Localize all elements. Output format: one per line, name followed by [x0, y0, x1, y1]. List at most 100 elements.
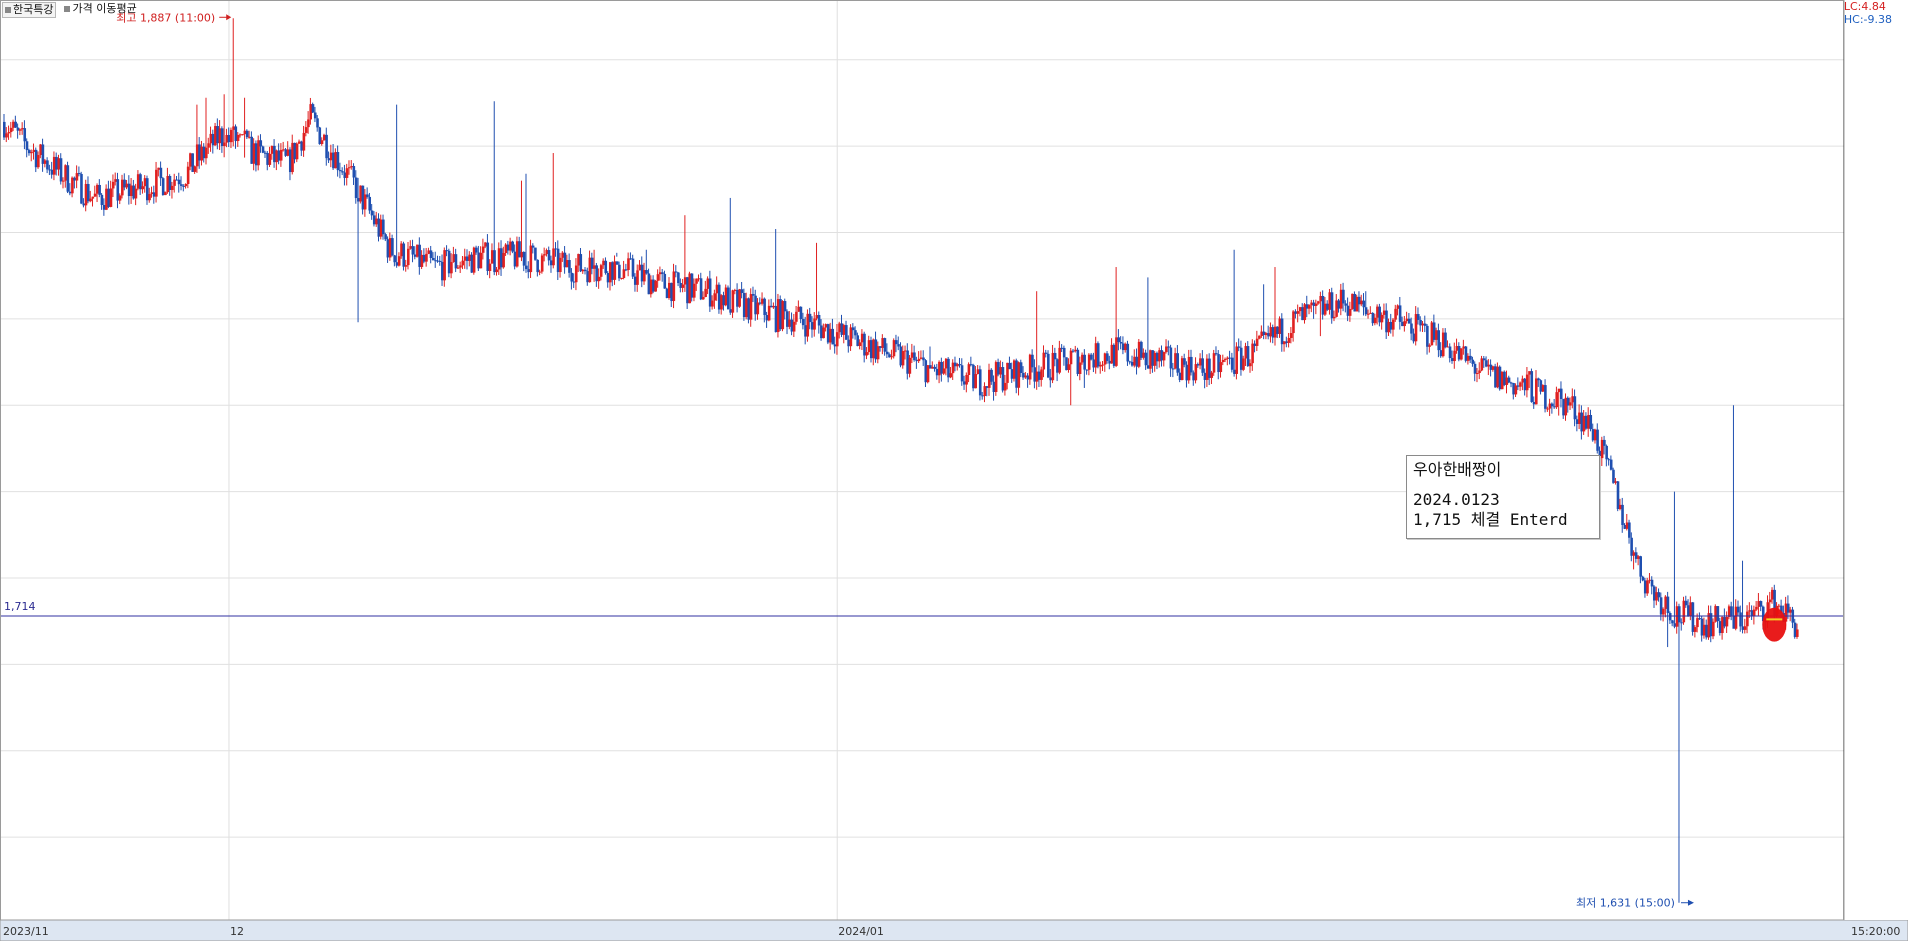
candle-body	[543, 254, 546, 256]
candle-body	[570, 272, 574, 282]
candle-body	[1133, 356, 1136, 366]
candle-body	[504, 244, 508, 253]
candle-body	[1373, 317, 1377, 324]
candle-body	[481, 246, 485, 253]
candle-body	[1131, 361, 1134, 366]
candle-body	[1718, 621, 1722, 634]
candle-body	[1562, 399, 1565, 416]
candle-body	[52, 156, 56, 175]
candle-body	[1496, 366, 1500, 388]
candle-body	[1623, 524, 1627, 529]
candle-body	[781, 301, 785, 330]
candle-body	[1657, 592, 1661, 598]
candle-body	[220, 128, 224, 147]
candle-body	[1423, 323, 1427, 326]
annotation-note[interactable]: 우아한배짱이 2024.0123 1,715 체결 Enterd	[1406, 455, 1600, 539]
candle-body	[1040, 369, 1043, 380]
chart-container: 1,7141,710-0.18%최고 1,887 (11:00)최저 1,631…	[0, 0, 1908, 941]
candle-body	[729, 309, 732, 313]
candle-body	[1441, 332, 1445, 357]
candle-body	[1439, 350, 1443, 357]
candle-body	[284, 149, 288, 156]
candle-body	[1489, 364, 1493, 370]
candle-body	[229, 129, 233, 143]
candle-body	[831, 328, 835, 345]
candle-body	[391, 238, 394, 256]
candle-body	[924, 360, 928, 383]
candle-body	[1677, 606, 1681, 623]
candle-body	[264, 152, 267, 154]
candle-body	[159, 167, 163, 179]
candle-body	[202, 146, 206, 159]
candle-body	[1587, 414, 1590, 429]
candle-body	[252, 143, 256, 164]
candle-body	[556, 248, 560, 273]
candle-body	[425, 253, 428, 262]
candle-body	[1498, 366, 1502, 390]
candle-body	[747, 298, 751, 320]
candle-body	[1332, 316, 1336, 319]
candle-body	[525, 265, 528, 270]
note-date: 2024.0123	[1413, 490, 1500, 509]
candle-body	[983, 386, 987, 397]
candle-body	[1430, 322, 1434, 346]
candle-body	[956, 364, 959, 367]
legend-item-moving-average[interactable]: 가격 이동평균	[62, 2, 138, 16]
candle-body	[1246, 346, 1250, 367]
candle-body	[629, 258, 633, 260]
candle-body	[568, 260, 571, 273]
candle-body	[618, 264, 621, 279]
candle-body	[223, 142, 226, 147]
candle-body	[452, 254, 455, 263]
candle-body	[148, 194, 151, 201]
candle-body	[706, 278, 710, 289]
candle-body	[999, 367, 1002, 375]
candle-body	[397, 256, 401, 266]
candle-body	[354, 177, 358, 199]
candle-body	[77, 173, 81, 175]
candle-body	[311, 104, 315, 113]
candle-body	[1664, 596, 1667, 609]
candle-body	[1337, 300, 1341, 309]
candle-body	[32, 149, 36, 153]
candle-body	[584, 269, 587, 272]
candle-body	[1124, 343, 1127, 351]
legend-item-symbol[interactable]: 한국특강	[2, 2, 57, 18]
candle-body	[1571, 396, 1574, 403]
candle-body	[338, 170, 342, 172]
candle-body	[1634, 552, 1638, 559]
candle-body	[677, 272, 680, 283]
candle-body	[200, 146, 204, 161]
candle-body	[795, 311, 798, 322]
candle-body	[1346, 305, 1350, 316]
candle-body	[1412, 333, 1416, 342]
candle-body	[1292, 311, 1295, 334]
candle-body	[1330, 292, 1334, 319]
candle-body	[1455, 345, 1459, 351]
candle-body	[1716, 606, 1720, 622]
candle-body	[1033, 367, 1037, 382]
candle-body	[633, 276, 637, 285]
candle-body	[1367, 313, 1370, 315]
candle-body	[259, 140, 263, 147]
candle-body	[1378, 306, 1381, 323]
candle-body	[1544, 385, 1547, 409]
candle-body	[198, 144, 201, 161]
candle-body	[590, 257, 594, 269]
candle-body	[1008, 362, 1012, 370]
candle-body	[724, 287, 728, 306]
candle-body	[96, 184, 99, 194]
candle-body	[1741, 626, 1745, 630]
candle-body	[865, 352, 869, 356]
candle-body	[18, 129, 22, 131]
candle-body	[1473, 363, 1477, 374]
candle-body	[754, 295, 757, 315]
candle-body	[327, 158, 331, 161]
candle-body	[1673, 623, 1677, 627]
candle-body	[1219, 362, 1223, 373]
candle-body	[1426, 325, 1429, 347]
candle-body	[1094, 343, 1098, 368]
candle-body	[34, 149, 38, 168]
x-end-label: 15:20:00	[1851, 925, 1900, 938]
candle-body	[994, 362, 998, 392]
